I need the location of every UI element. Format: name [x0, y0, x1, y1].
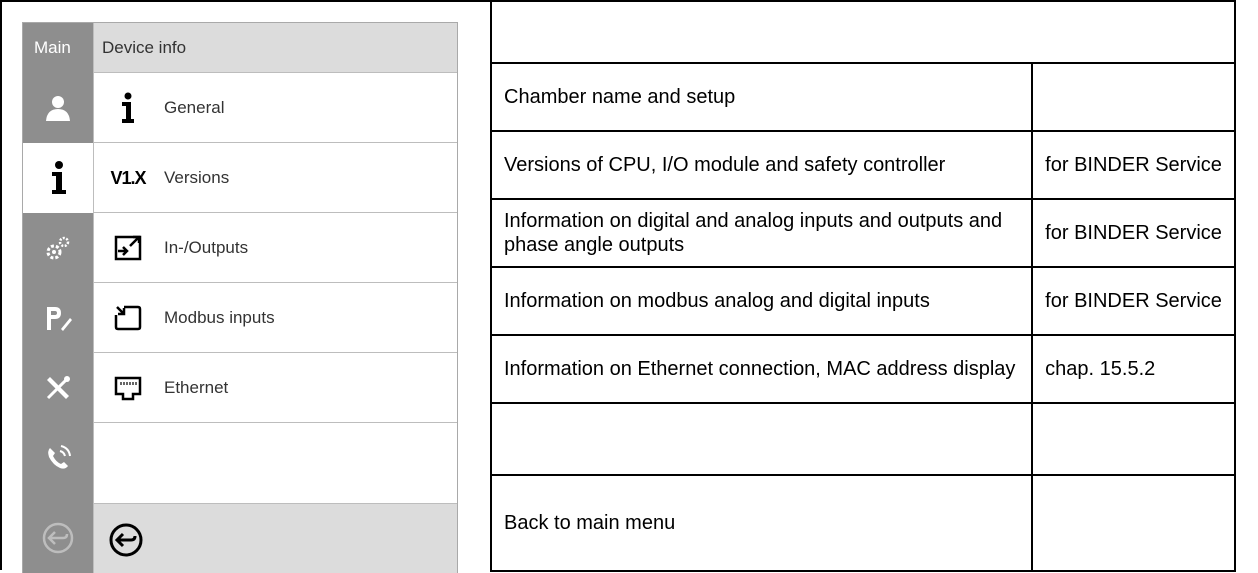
table-cell-desc: Information on Ethernet connection, MAC … — [489, 334, 1034, 404]
menu-item-label: In-/Outputs — [164, 238, 249, 257]
info-icon — [52, 161, 66, 194]
title-bar: Device info — [94, 23, 457, 73]
sidebar-tab-main[interactable]: Main — [23, 23, 93, 73]
table-cell-desc: Back to main menu — [489, 474, 1034, 572]
table-cell-note — [1031, 474, 1236, 572]
table-cell-note: chap. 15.5.2 — [1031, 334, 1236, 404]
sidebar-item-user[interactable] — [23, 73, 93, 143]
service-tools-icon — [46, 376, 70, 400]
device-screen-frame: Main Device info General V1.X Versions I… — [0, 0, 492, 573]
info-icon — [108, 73, 148, 143]
menu-item-ethernet[interactable]: Ethernet — [94, 353, 457, 423]
sidebar-item-phone[interactable] — [23, 423, 93, 493]
table-cell-desc: Information on digital and analog inputs… — [489, 198, 1034, 268]
sidebar: Main — [23, 23, 95, 573]
table-cell-header — [490, 0, 1236, 64]
table-row: Information on Ethernet connection, MAC … — [489, 334, 1236, 404]
in-outputs-icon — [108, 213, 148, 283]
table-row: Information on digital and analog inputs… — [489, 198, 1236, 268]
program-edit-icon — [47, 307, 72, 331]
back-icon — [42, 522, 74, 554]
table-row: Chamber name and setup — [489, 62, 1236, 132]
table-cell-note — [1031, 402, 1236, 476]
description-table-area: Chamber name and setup Versions of CPU, … — [489, 0, 1258, 572]
menu-item-label: Ethernet — [164, 378, 229, 397]
menu-item-modbus-inputs[interactable]: Modbus inputs — [94, 283, 457, 353]
table-cell-desc: Information on modbus analog and digital… — [489, 266, 1034, 336]
table-row: Versions of CPU, I/O module and safety c… — [489, 130, 1236, 200]
main-menu-area: Device info General V1.X Versions In-/Ou… — [93, 23, 457, 573]
menu-item-label: General — [164, 98, 225, 117]
description-table: Chamber name and setup Versions of CPU, … — [489, 0, 1236, 572]
sidebar-item-device-info[interactable] — [23, 143, 95, 213]
menu-item-in-outputs[interactable]: In-/Outputs — [94, 213, 457, 283]
menu-item-general[interactable]: General — [94, 73, 457, 143]
sidebar-item-settings[interactable] — [23, 213, 93, 283]
table-row: Back to main menu — [489, 474, 1236, 572]
table-row — [490, 0, 1236, 64]
sidebar-back[interactable] — [23, 503, 93, 573]
menu-item-versions[interactable]: V1.X Versions — [94, 143, 457, 213]
back-icon — [109, 523, 143, 557]
table-row: Information on modbus analog and digital… — [489, 266, 1236, 336]
table-cell-desc: Versions of CPU, I/O module and safety c… — [489, 130, 1034, 200]
table-cell-desc: Chamber name and setup — [489, 62, 1034, 132]
ethernet-icon — [108, 353, 148, 423]
table-cell-note: for BINDER Service — [1031, 198, 1236, 268]
table-cell-note: for BINDER Service — [1031, 266, 1236, 336]
sidebar-item-program[interactable] — [23, 283, 93, 353]
user-icon — [46, 96, 70, 121]
table-cell-note: for BINDER Service — [1031, 130, 1236, 200]
menu-item-label: Versions — [164, 168, 230, 187]
modbus-inputs-icon — [108, 283, 148, 353]
version-v1x-icon: V1.X — [108, 143, 148, 213]
settings-gears-icon — [46, 236, 70, 260]
phone-service-icon — [48, 445, 71, 469]
device-screen: Main Device info General V1.X Versions I… — [22, 22, 458, 573]
version-glyph: V1.X — [110, 167, 146, 188]
table-cell-note — [1031, 62, 1236, 132]
table-row — [489, 402, 1236, 476]
menu-item-label: Modbus inputs — [164, 308, 275, 327]
bottom-bar — [94, 503, 457, 573]
sidebar-item-service[interactable] — [23, 353, 93, 423]
page-title: Device info — [102, 38, 187, 57]
back-button[interactable] — [108, 522, 144, 563]
table-cell-desc — [489, 402, 1034, 476]
